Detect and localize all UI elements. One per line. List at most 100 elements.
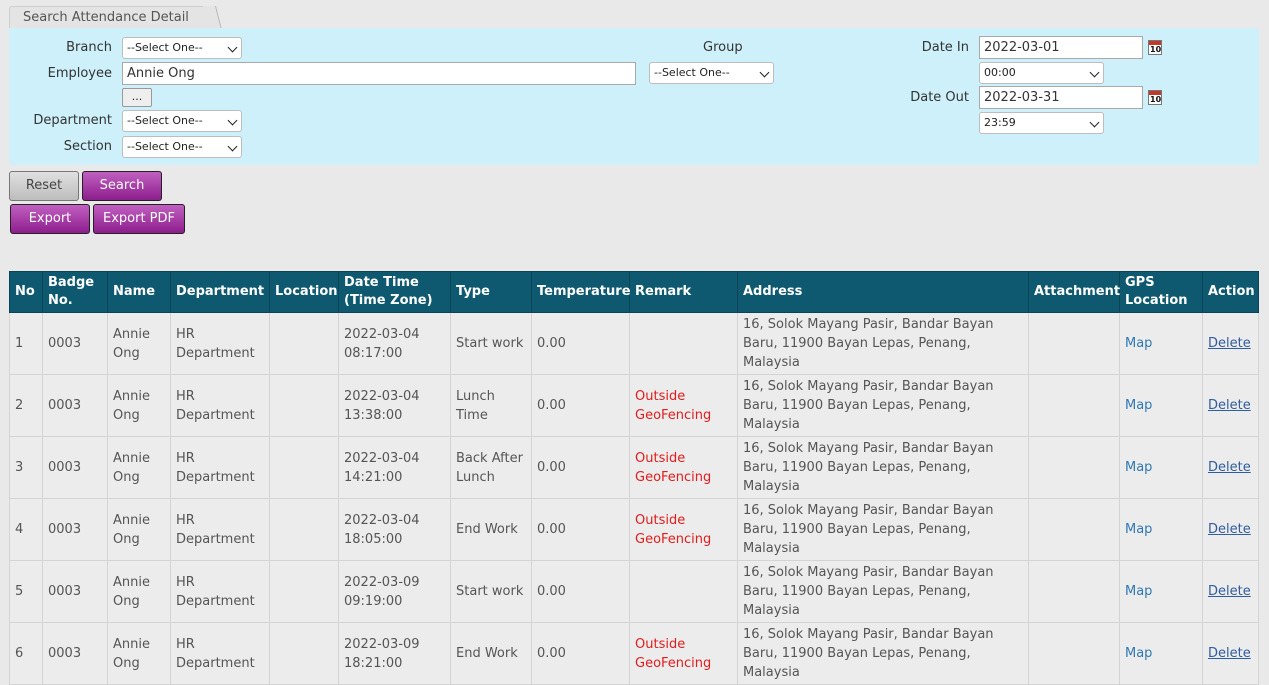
cell-date-time: 2022-03-04 18:05:00 [338,498,451,561]
search-button[interactable]: Search [82,171,162,201]
time-out-select-value: 23:59 [984,116,1016,129]
header-action[interactable]: Action [1202,271,1259,313]
cell-date-time: 2022-03-09 18:21:00 [338,622,451,685]
cell-action: Delete [1202,498,1259,561]
time-in-select[interactable]: 00:00 [979,62,1104,84]
header-gps-location[interactable]: GPS Location [1119,271,1203,313]
cell-temperature: 0.00 [531,498,630,561]
cell-action: Delete [1202,312,1259,375]
cell-department: HR Department [170,498,270,561]
department-select[interactable]: --Select One-- [122,110,242,132]
cell-address: 16, Solok Mayang Pasir, Bandar Bayan Bar… [737,622,1029,685]
header-location[interactable]: Location [269,271,339,313]
cell-badge-no: 0003 [42,622,108,685]
time-in-select-value: 00:00 [984,66,1016,79]
date-in-label: Date In [921,40,969,55]
cell-attachment [1028,312,1120,375]
delete-link[interactable]: Delete [1208,522,1251,537]
delete-link[interactable]: Delete [1208,584,1251,599]
section-select[interactable]: --Select One-- [122,136,242,158]
cell-no: 6 [9,622,43,685]
header-department[interactable]: Department [170,271,270,313]
map-link[interactable]: Map [1125,336,1152,351]
map-link[interactable]: Map [1125,646,1152,661]
cell-gps-location: Map [1119,560,1203,623]
date-out-label: Date Out [910,90,969,105]
export-button[interactable]: Export [10,204,90,234]
cell-location [269,374,339,437]
table-row: 3 0003 Annie Ong HR Department 2022-03-04 14… [9,436,1259,499]
chevron-down-icon [759,67,770,78]
cell-gps-location: Map [1119,436,1203,499]
cell-address: 16, Solok Mayang Pasir, Bandar Bayan Bar… [737,374,1029,437]
header-name[interactable]: Name [107,271,171,313]
cell-date-time: 2022-03-04 08:17:00 [338,312,451,375]
delete-link[interactable]: Delete [1208,460,1251,475]
branch-label: Branch [66,40,112,55]
cell-location [269,312,339,375]
cell-no: 1 [9,312,43,375]
cell-action: Delete [1202,622,1259,685]
cell-attachment [1028,436,1120,499]
cell-name: Annie Ong [107,436,171,499]
cell-gps-location: Map [1119,374,1203,437]
date-in-input[interactable]: 2022-03-01 [979,36,1143,59]
cell-badge-no: 0003 [42,498,108,561]
branch-select[interactable]: --Select One-- [122,37,242,59]
delete-link[interactable]: Delete [1208,336,1251,351]
export-pdf-button[interactable]: Export PDF [93,204,185,234]
cell-temperature: 0.00 [531,436,630,499]
delete-link[interactable]: Delete [1208,398,1251,413]
cell-department: HR Department [170,560,270,623]
branch-select-value: --Select One-- [127,41,203,54]
header-attachment[interactable]: Attachment [1028,271,1120,313]
cell-badge-no: 0003 [42,374,108,437]
cell-no: 4 [9,498,43,561]
cell-department: HR Department [170,622,270,685]
cell-attachment [1028,374,1120,437]
reset-button[interactable]: Reset [9,171,79,201]
map-link[interactable]: Map [1125,584,1152,599]
cell-location [269,622,339,685]
map-link[interactable]: Map [1125,460,1152,475]
cell-action: Delete [1202,374,1259,437]
map-link[interactable]: Map [1125,398,1152,413]
cell-no: 3 [9,436,43,499]
cell-name: Annie Ong [107,498,171,561]
calendar-icon[interactable]: 10 [1148,90,1162,105]
cell-date-time: 2022-03-09 09:19:00 [338,560,451,623]
employee-lookup-button[interactable]: ... [122,88,152,107]
tab-search-attendance-detail[interactable]: Search Attendance Detail [9,6,209,29]
cell-location [269,436,339,499]
cell-gps-location: Map [1119,312,1203,375]
map-link[interactable]: Map [1125,522,1152,537]
table-row: 6 0003 Annie Ong HR Department 2022-03-09 18… [9,622,1259,685]
header-badge-no[interactable]: Badge No. [42,271,108,313]
chevron-down-icon [227,115,238,126]
header-date-time[interactable]: Date Time (Time Zone) [338,271,451,313]
table-row: 2 0003 Annie Ong HR Department 2022-03-04 13… [9,374,1259,437]
employee-input[interactable]: Annie Ong [122,62,636,85]
cell-address: 16, Solok Mayang Pasir, Bandar Bayan Bar… [737,312,1029,375]
group-label: Group [703,40,743,55]
attendance-table: No Badge No. Name Department Location Da… [9,271,1259,685]
cell-no: 5 [9,560,43,623]
cell-temperature: 0.00 [531,622,630,685]
header-no[interactable]: No [9,271,43,313]
header-temperature[interactable]: Temperature [531,271,631,313]
cell-badge-no: 0003 [42,312,108,375]
date-out-input[interactable]: 2022-03-31 [979,86,1143,109]
header-type[interactable]: Type [450,271,532,313]
table-header-row: No Badge No. Name Department Location Da… [9,271,1259,313]
calendar-icon[interactable]: 10 [1148,40,1162,55]
header-address[interactable]: Address [737,271,1029,313]
cell-type: Start work [450,312,532,375]
header-remark[interactable]: Remark [629,271,738,313]
group-select[interactable]: --Select One-- [649,62,774,84]
cell-no: 2 [9,374,43,437]
group-select-value: --Select One-- [654,66,730,79]
cell-date-time: 2022-03-04 13:38:00 [338,374,451,437]
cell-address: 16, Solok Mayang Pasir, Bandar Bayan Bar… [737,560,1029,623]
delete-link[interactable]: Delete [1208,646,1251,661]
time-out-select[interactable]: 23:59 [979,112,1104,134]
